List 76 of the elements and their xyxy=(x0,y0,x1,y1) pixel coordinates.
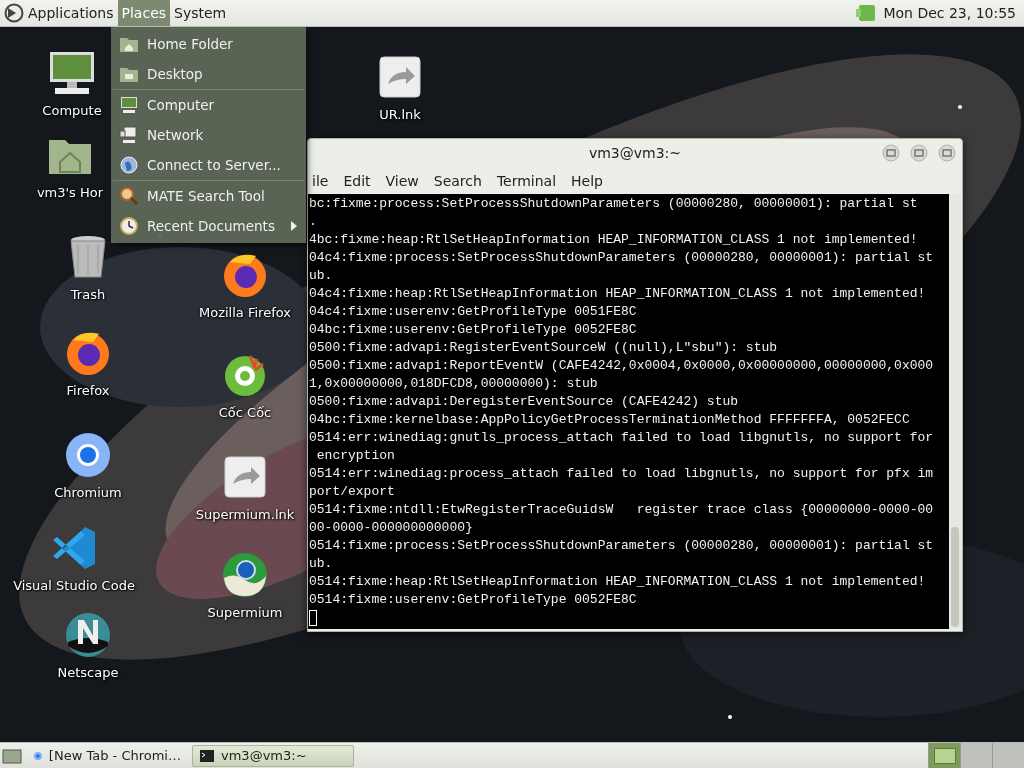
menu-item[interactable]: MATE Search Tool xyxy=(111,181,306,211)
clock[interactable]: Mon Dec 23, 10:55 xyxy=(883,5,1016,21)
chromium-icon xyxy=(63,430,113,480)
menu-item[interactable]: Recent Documents xyxy=(111,211,306,241)
terminal-line: 04bc:fixme:userenv:GetProfileType 0052FE8C xyxy=(309,321,638,339)
menu-item[interactable]: Network xyxy=(111,120,306,150)
magnifier-icon xyxy=(119,186,139,206)
desktop-icon-label[interactable]: UR.lnk xyxy=(379,107,421,122)
terminal-line: 0514:fixme:process:SetProcessShutdownParameters (00000280, 00000001): partial st xyxy=(309,537,935,555)
task-button[interactable]: vm3@vm3:~ xyxy=(192,744,354,767)
workspace-switcher-cell[interactable] xyxy=(992,743,1024,768)
netscape-icon xyxy=(63,610,113,660)
terminal-line: ub. xyxy=(309,555,334,573)
terminal-line: 0500:fixme:advapi:RegisterEventSourceW ((null),L"sbu"): stub xyxy=(309,339,779,357)
desktop-icon-label[interactable]: Trash xyxy=(70,287,106,302)
close-icon[interactable] xyxy=(938,144,956,162)
workspace-switcher-cell[interactable] xyxy=(960,743,992,768)
menu-item[interactable]: Desktop xyxy=(111,59,306,89)
maximize-icon[interactable] xyxy=(910,144,928,162)
terminal-line: 1,0x00000000,018DFCD8,00000000): stub xyxy=(309,375,599,393)
terminal-line: . xyxy=(309,213,318,231)
menu-item[interactable]: Connect to Server... xyxy=(111,150,306,180)
terminal-line: 0514:fixme:heap:RtlSetHeapInformation HEAP_INFORMATION_CLASS 1 not implemented! xyxy=(309,573,927,591)
terminal-line: ub. xyxy=(309,267,334,285)
globe-icon xyxy=(119,155,139,175)
desktop-icon-label[interactable]: Compute xyxy=(42,103,102,118)
show-desktop-icon[interactable] xyxy=(2,746,22,765)
monitor-icon xyxy=(119,95,139,115)
panel-menu[interactable]: Applications xyxy=(0,0,118,26)
network-icon xyxy=(119,125,139,145)
terminal-line: 0514:err:winediag:gnutls_process_attach failed to load libgnutls, no support for xyxy=(309,429,935,447)
panel-menu[interactable]: Places xyxy=(117,0,171,26)
menu-item[interactable]: Help xyxy=(571,172,603,189)
minimize-icon[interactable] xyxy=(882,144,900,162)
scrollbar[interactable] xyxy=(949,194,961,629)
desktop-icon-label[interactable]: Chromium xyxy=(54,485,122,500)
terminal-line: 0514:fixme:userenv:GetProfileType 0052FE8C xyxy=(309,591,638,609)
desktop-icon-label[interactable]: Firefox xyxy=(66,383,110,398)
terminal-line: bc:fixme:process:SetProcessShutdownParameters (00000280, 00000001): partial st xyxy=(309,195,919,213)
desktop-icon-label[interactable]: vm3's Hor xyxy=(36,185,104,200)
workspace-switcher-cell[interactable] xyxy=(928,743,960,768)
text-cursor xyxy=(309,610,317,626)
desktop-icon-label[interactable]: Cốc Cốc xyxy=(218,405,272,420)
terminal-line: 0500:fixme:advapi:ReportEventW (CAFE4242,0x0004,0x0000,0x00000000,00000000,0x000 xyxy=(309,357,935,375)
submenu-arrow-icon xyxy=(290,221,298,231)
menu-item[interactable]: Computer xyxy=(111,90,306,120)
terminal-line: encryption xyxy=(315,447,396,465)
menu-item[interactable]: Terminal xyxy=(496,172,557,189)
terminal-line: 04c4:fixme:userenv:GetProfileType 0051FE8C xyxy=(309,303,638,321)
menu-item[interactable]: Search xyxy=(433,172,482,189)
terminal-line: 04c4:fixme:process:SetProcessShutdownParameters (00000280, 00000001): partial st xyxy=(309,249,935,267)
menu-item[interactable]: ile xyxy=(312,172,329,189)
tray-app-icon[interactable] xyxy=(855,3,878,23)
desktop-icon-label[interactable]: Supermium.lnk xyxy=(195,507,295,522)
desktop-icon-label[interactable]: Mozilla Firefox xyxy=(199,305,291,320)
window-title: vm3@vm3:~ xyxy=(588,145,682,161)
terminal-icon xyxy=(199,747,215,764)
clock-icon xyxy=(119,216,139,236)
terminal-line: 00-0000-000000000000} xyxy=(309,519,474,537)
panel-menu[interactable]: System xyxy=(170,0,231,26)
terminal-line: 0514:fixme:ntdll:EtwRegisterTraceGuidsW register trace class {00000000-0000-00 xyxy=(309,501,935,519)
task-button[interactable]: [New Tab - Chromi… xyxy=(26,744,188,767)
terminal-line: port/export xyxy=(309,483,396,501)
menu-item[interactable]: Edit xyxy=(343,172,371,189)
mate-logo-icon xyxy=(4,3,24,23)
menu-item[interactable]: Home Folder xyxy=(111,29,306,59)
terminal-line: 4bc:fixme:heap:RtlSetHeapInformation HEAP_INFORMATION_CLASS 1 not implemented! xyxy=(309,231,919,249)
supermium-icon xyxy=(220,550,270,600)
menu-item[interactable]: View xyxy=(385,172,419,189)
terminal-line: 04bc:fixme:kernelbase:AppPolicyGetProcessTerminationMethod FFFFFFFA, 0052FECC xyxy=(309,411,911,429)
desktop-icon-label[interactable]: Supermium xyxy=(207,605,283,620)
terminal-line: 0500:fixme:advapi:DeregisterEventSource (CAFE4242) stub xyxy=(309,393,740,411)
desktop-icon-label[interactable]: Netscape xyxy=(57,665,119,680)
terminal-line: 0514:err:winediag:process_attach failed to load libgnutls, no support for pfx im xyxy=(309,465,935,483)
desktop-icon-label[interactable]: Visual Studio Code xyxy=(13,578,135,593)
terminal-line: 04c4:fixme:heap:RtlSetHeapInformation HEAP_INFORMATION_CLASS 1 not implemented! xyxy=(309,285,927,303)
